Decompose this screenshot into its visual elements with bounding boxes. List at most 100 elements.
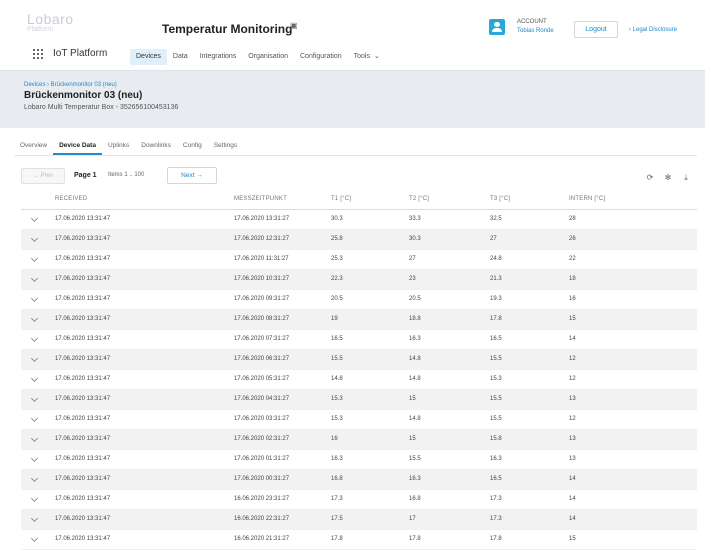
cell-t3: 27 — [490, 236, 497, 242]
table-row[interactable]: 17.06.2020 13:31:47 17.06.2020 11:31:27 25… — [21, 250, 697, 270]
tab-settings[interactable]: Settings — [208, 139, 244, 155]
cell-received: 17.06.2020 13:31:47 — [55, 536, 111, 542]
cell-t2: 16.3 — [409, 476, 421, 482]
gear-icon[interactable]: ✻ — [659, 169, 677, 186]
cell-received: 17.06.2020 13:31:47 — [55, 436, 111, 442]
tab-downlinks[interactable]: Downlinks — [135, 139, 177, 155]
cell-received: 17.06.2020 13:31:47 — [55, 236, 111, 242]
chevron-down-icon[interactable] — [30, 534, 39, 543]
account-name-link[interactable]: Tobias Ronde — [517, 28, 554, 35]
column-header-t1[interactable]: T1 [°C] — [331, 196, 351, 202]
cell-t3: 32.5 — [490, 216, 502, 222]
cell-t2: 20.5 — [409, 296, 421, 302]
column-header-received[interactable]: RECEIVED — [55, 196, 87, 202]
nav-item-devices[interactable]: Devices — [130, 49, 167, 65]
cell-intern: 14 — [569, 336, 576, 342]
chevron-down-icon[interactable] — [30, 454, 39, 463]
table-row[interactable]: 17.06.2020 13:31:47 17.06.2020 00:31:27 16… — [21, 470, 697, 490]
cell-t1: 25.8 — [331, 236, 343, 242]
cell-t1: 17.5 — [331, 516, 343, 522]
chevron-down-icon[interactable] — [30, 274, 39, 283]
app-grid-icon[interactable] — [33, 49, 43, 59]
table-row[interactable]: 17.06.2020 13:31:47 17.06.2020 07:31:27 16… — [21, 330, 697, 350]
chevron-down-icon[interactable] — [30, 254, 39, 263]
top-bar: Lobaro Platform Temperatur Monitoring ▣ … — [0, 0, 705, 70]
cell-intern: 14 — [569, 496, 576, 502]
table-row[interactable]: 17.06.2020 13:31:47 17.06.2020 06:31:27 15… — [21, 350, 697, 370]
column-header-intern[interactable]: INTERN [°C] — [569, 196, 605, 202]
cell-received: 17.06.2020 13:31:47 — [55, 216, 111, 222]
logout-button[interactable]: Logout — [574, 21, 618, 38]
nav-item-data[interactable]: Data — [167, 49, 194, 65]
chevron-down-icon[interactable] — [30, 514, 39, 523]
download-icon[interactable]: ⤓ — [677, 169, 695, 186]
chevron-down-icon[interactable] — [30, 374, 39, 383]
chevron-down-icon[interactable] — [30, 494, 39, 503]
table-row[interactable]: 17.06.2020 13:31:47 16.06.2020 22:31:27 17… — [21, 510, 697, 530]
table-row[interactable]: 17.06.2020 13:31:47 16.06.2020 23:31:27 17… — [21, 490, 697, 510]
cell-intern: 12 — [569, 356, 576, 362]
cell-t1: 17.8 — [331, 536, 343, 542]
cell-t3: 16.5 — [490, 336, 502, 342]
chevron-down-icon[interactable] — [30, 234, 39, 243]
account-label: ACCOUNT — [517, 19, 547, 25]
table-row[interactable]: 17.06.2020 13:31:47 17.06.2020 10:31:27 22… — [21, 270, 697, 290]
nav-item-tools[interactable]: Tools ⌄ — [348, 49, 386, 65]
cell-t1: 20.5 — [331, 296, 343, 302]
nav-item-configuration[interactable]: Configuration — [294, 49, 348, 65]
table-row[interactable]: 17.06.2020 13:31:47 17.06.2020 04:31:27 15… — [21, 390, 697, 410]
cell-intern: 22 — [569, 256, 576, 262]
cell-received: 17.06.2020 13:31:47 — [55, 336, 111, 342]
cell-t2: 15 — [409, 396, 416, 402]
table-row[interactable]: 17.06.2020 13:31:47 17.06.2020 13:31:27 30… — [21, 210, 697, 230]
cell-messzeitpunkt: 17.06.2020 09:31:27 — [234, 296, 290, 302]
tab-overview[interactable]: Overview — [14, 139, 53, 155]
table-row[interactable]: 17.06.2020 13:31:47 17.06.2020 03:31:27 15… — [21, 410, 697, 430]
cell-t3: 15.8 — [490, 436, 502, 442]
chevron-down-icon[interactable] — [30, 214, 39, 223]
column-header-t3[interactable]: T3 [°C] — [490, 196, 510, 202]
table-row[interactable]: 17.06.2020 13:31:47 17.06.2020 02:31:27 16… — [21, 430, 697, 450]
table-row[interactable]: 17.06.2020 13:31:47 17.06.2020 12:31:27 25… — [21, 230, 697, 250]
prev-page-button[interactable]: ← Prev — [21, 168, 65, 184]
device-tabs: Overview Device Data Uplinks Downlinks C… — [14, 139, 243, 155]
cell-t2: 27 — [409, 256, 416, 262]
cell-messzeitpunkt: 17.06.2020 03:31:27 — [234, 416, 290, 422]
chevron-down-icon[interactable] — [30, 394, 39, 403]
nav-item-organisation[interactable]: Organisation — [242, 49, 294, 65]
table-row[interactable]: 17.06.2020 13:31:47 16.06.2020 21:31:27 17… — [21, 530, 697, 550]
breadcrumb[interactable]: Devices › Brückenmonitor 03 (neu) — [24, 82, 117, 88]
table-row[interactable]: 17.06.2020 13:31:47 17.06.2020 09:31:27 20… — [21, 290, 697, 310]
table-row[interactable]: 17.06.2020 13:31:47 17.06.2020 08:31:27 19… — [21, 310, 697, 330]
next-page-button[interactable]: Next → — [167, 167, 217, 184]
chevron-down-icon[interactable] — [30, 314, 39, 323]
table-row[interactable]: 17.06.2020 13:31:47 17.06.2020 01:31:27 16… — [21, 450, 697, 470]
lobaro-logo[interactable]: Lobaro Platform — [27, 12, 97, 38]
chevron-down-icon[interactable] — [30, 434, 39, 443]
legal-disclosure-link[interactable]: › Legal Disclosure — [629, 27, 677, 33]
cell-t1: 16 — [331, 436, 338, 442]
cell-t2: 16.8 — [409, 496, 421, 502]
chevron-down-icon[interactable] — [30, 354, 39, 363]
cell-t3: 16.3 — [490, 456, 502, 462]
table-row[interactable]: 17.06.2020 13:31:47 17.06.2020 05:31:27 14… — [21, 370, 697, 390]
cell-t3: 16.5 — [490, 476, 502, 482]
chevron-down-icon[interactable] — [30, 294, 39, 303]
main-nav: Devices Data Integrations Organisation C… — [130, 48, 386, 66]
platform-name: IoT Platform — [53, 48, 108, 59]
chevron-down-icon[interactable] — [30, 334, 39, 343]
logo-subtitle: Platform — [27, 26, 54, 33]
tabs-divider — [14, 155, 697, 156]
nav-item-integrations[interactable]: Integrations — [194, 49, 243, 65]
cell-t3: 24.8 — [490, 256, 502, 262]
cell-received: 17.06.2020 13:31:47 — [55, 376, 111, 382]
chevron-down-icon[interactable] — [30, 474, 39, 483]
refresh-icon[interactable]: ⟳ — [641, 169, 659, 186]
tab-device-data[interactable]: Device Data — [53, 139, 102, 155]
tab-config[interactable]: Config — [177, 139, 208, 155]
account-avatar-icon[interactable] — [489, 19, 505, 35]
tab-uplinks[interactable]: Uplinks — [102, 139, 135, 155]
chevron-down-icon[interactable] — [30, 414, 39, 423]
column-header-t2[interactable]: T2 [°C] — [409, 196, 429, 202]
column-header-messzeitpunkt[interactable]: MESSZEITPUNKT — [234, 196, 287, 202]
